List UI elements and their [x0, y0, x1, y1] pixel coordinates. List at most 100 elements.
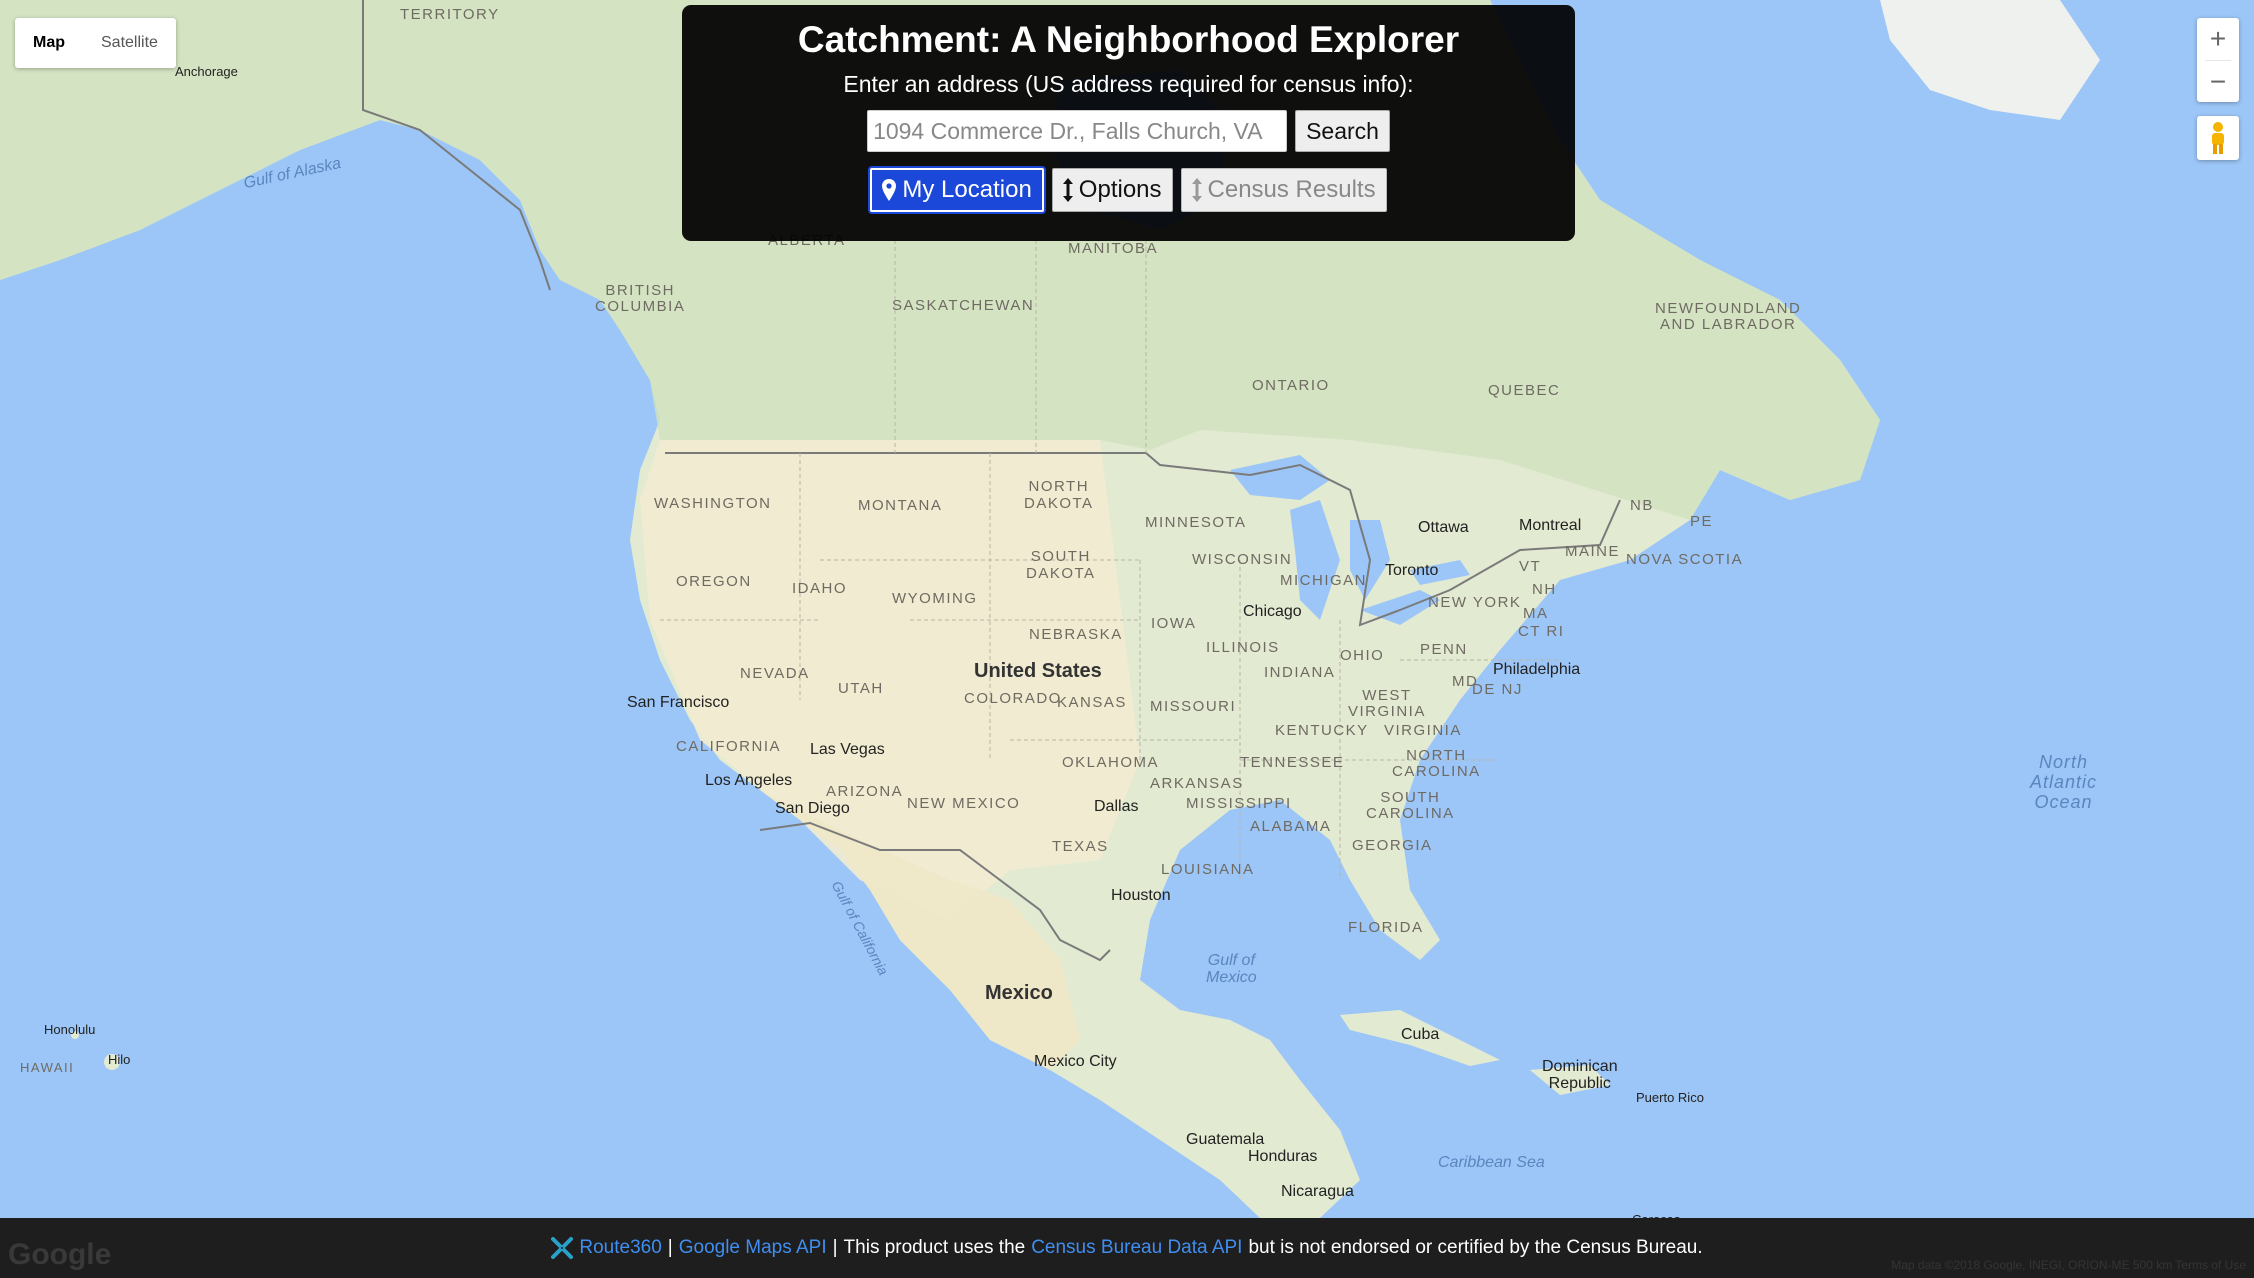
label-wyoming: WYOMING [892, 590, 978, 607]
census-results-button[interactable]: Census Results [1180, 168, 1387, 212]
label-washington: WASHINGTON [654, 495, 772, 512]
google-maps-api-link[interactable]: Google Maps API [679, 1237, 827, 1259]
label-south-carolina: SOUTH CAROLINA [1366, 789, 1455, 822]
label-honduras: Honduras [1248, 1148, 1318, 1165]
label-north-atlantic: North Atlantic Ocean [2030, 752, 2098, 812]
label-nevada: NEVADA [740, 665, 810, 682]
google-logo[interactable]: Google [8, 1238, 111, 1272]
label-caribbean: Caribbean Sea [1438, 1154, 1545, 1171]
label-nh: NH [1532, 581, 1557, 598]
label-kansas: KANSAS [1057, 694, 1127, 711]
footer-separator: | [667, 1237, 673, 1258]
label-dominican: Dominican Republic [1542, 1058, 1618, 1092]
label-ottawa: Ottawa [1418, 519, 1469, 536]
label-mexico: Mexico [985, 982, 1053, 1004]
label-vt: VT [1519, 558, 1542, 575]
label-michigan: MICHIGAN [1280, 572, 1367, 589]
label-saskatchewan: SASKATCHEWAN [892, 297, 1035, 314]
route360-link[interactable]: Route360 [579, 1237, 661, 1259]
label-louisiana: LOUISIANA [1161, 861, 1255, 878]
header-panel: Catchment: A Neighborhood Explorer Enter… [682, 5, 1575, 241]
census-results-label: Census Results [1207, 176, 1376, 203]
label-quebec: QUEBEC [1488, 382, 1561, 399]
zoom-out-button[interactable]: − [2197, 61, 2239, 103]
label-ohio: OHIO [1340, 647, 1385, 664]
options-button[interactable]: Options [1051, 168, 1173, 212]
map-type-control: Map Satellite [15, 18, 176, 68]
label-ma: MA [1523, 605, 1549, 622]
label-guatemala: Guatemala [1186, 1131, 1265, 1148]
label-houston: Houston [1111, 887, 1171, 904]
label-hilo: Hilo [108, 1052, 131, 1067]
address-prompt: Enter an address (US address required fo… [843, 71, 1414, 97]
vertical-resize-icon [1062, 178, 1073, 202]
label-penn: PENN [1420, 641, 1468, 658]
label-maine: MAINE [1565, 543, 1621, 560]
zoom-in-button[interactable]: + [2197, 18, 2239, 60]
label-utah: UTAH [838, 680, 884, 697]
label-gulf-mexico: Gulf of Mexico [1206, 952, 1257, 986]
pegman-icon [2212, 122, 2224, 154]
label-colorado: COLORADO [964, 690, 1062, 707]
label-pe: PE [1690, 513, 1714, 530]
search-row: Search [682, 110, 1575, 152]
options-label: Options [1078, 176, 1162, 203]
label-virginia: VIRGINIA [1384, 722, 1462, 739]
label-new-mexico: NEW MEXICO [907, 795, 1021, 812]
label-las-vegas: Las Vegas [810, 741, 885, 758]
label-missouri: MISSOURI [1150, 698, 1237, 715]
label-montreal: Montreal [1519, 517, 1582, 534]
label-oklahoma: OKLAHOMA [1062, 754, 1160, 771]
label-illinois: ILLINOIS [1206, 639, 1280, 656]
label-nova-scotia: NOVA SCOTIA [1626, 551, 1744, 568]
label-tennessee: TENNESSEE [1240, 754, 1345, 771]
map-marker-icon [882, 179, 897, 201]
address-input[interactable] [867, 110, 1288, 152]
label-manitoba: MANITOBA [1068, 240, 1159, 257]
label-hawaii: HAWAII [20, 1060, 75, 1075]
label-georgia: GEORGIA [1352, 837, 1433, 854]
label-montana: MONTANA [858, 497, 943, 514]
label-california: CALIFORNIA [676, 738, 782, 755]
label-chicago: Chicago [1243, 603, 1302, 620]
label-dallas: Dallas [1094, 798, 1139, 815]
census-api-link[interactable]: Census Bureau Data API [1031, 1237, 1242, 1259]
label-kentucky: KENTUCKY [1275, 722, 1369, 739]
label-minnesota: MINNESOTA [1145, 514, 1247, 531]
my-location-button[interactable]: My Location [870, 168, 1044, 212]
footer-separator: | [832, 1237, 838, 1258]
label-west-virginia: WEST VIRGINIA [1348, 687, 1426, 720]
label-iowa: IOWA [1151, 615, 1197, 632]
label-alabama: ALABAMA [1250, 818, 1332, 835]
label-north-carolina: NORTH CAROLINA [1392, 747, 1481, 780]
map-type-satellite-button[interactable]: Satellite [83, 18, 176, 68]
label-de-nj: DE NJ [1472, 681, 1523, 698]
label-newfoundland: NEWFOUNDLAND AND LABRADOR [1655, 300, 1802, 333]
label-british-columbia: BRITISH COLUMBIA [595, 282, 686, 315]
app-title: Catchment: A Neighborhood Explorer [797, 19, 1460, 60]
label-mexico-city: Mexico City [1034, 1053, 1117, 1070]
label-united-states: United States [974, 660, 1102, 682]
label-idaho: IDAHO [792, 580, 848, 597]
footer-text-1: This product uses the [843, 1237, 1026, 1258]
label-san-diego: San Diego [775, 800, 850, 817]
street-view-pegman[interactable] [2197, 116, 2239, 160]
label-honolulu: Honolulu [44, 1022, 96, 1037]
label-wisconsin: WISCONSIN [1192, 551, 1293, 568]
label-nb: NB [1630, 497, 1654, 514]
search-button[interactable]: Search [1295, 110, 1390, 152]
label-arizona: ARIZONA [826, 783, 904, 800]
label-san-francisco: San Francisco [627, 694, 730, 711]
label-oregon: OREGON [676, 573, 752, 590]
panel-button-row: My Location Options Census Results [682, 168, 1575, 212]
footer-text-2: but is not endorsed or certified by the … [1248, 1237, 1703, 1258]
label-nebraska: NEBRASKA [1029, 626, 1123, 643]
label-los-angeles: Los Angeles [705, 772, 793, 789]
label-anchorage: Anchorage [175, 64, 238, 79]
map-type-map-button[interactable]: Map [15, 18, 83, 68]
label-indiana: INDIANA [1264, 664, 1336, 681]
label-north-dakota: NORTH DAKOTA [1024, 478, 1094, 512]
label-toronto: Toronto [1385, 562, 1439, 579]
label-mississippi: MISSISSIPPI [1186, 795, 1292, 812]
label-ct-ri: CT RI [1518, 623, 1565, 640]
